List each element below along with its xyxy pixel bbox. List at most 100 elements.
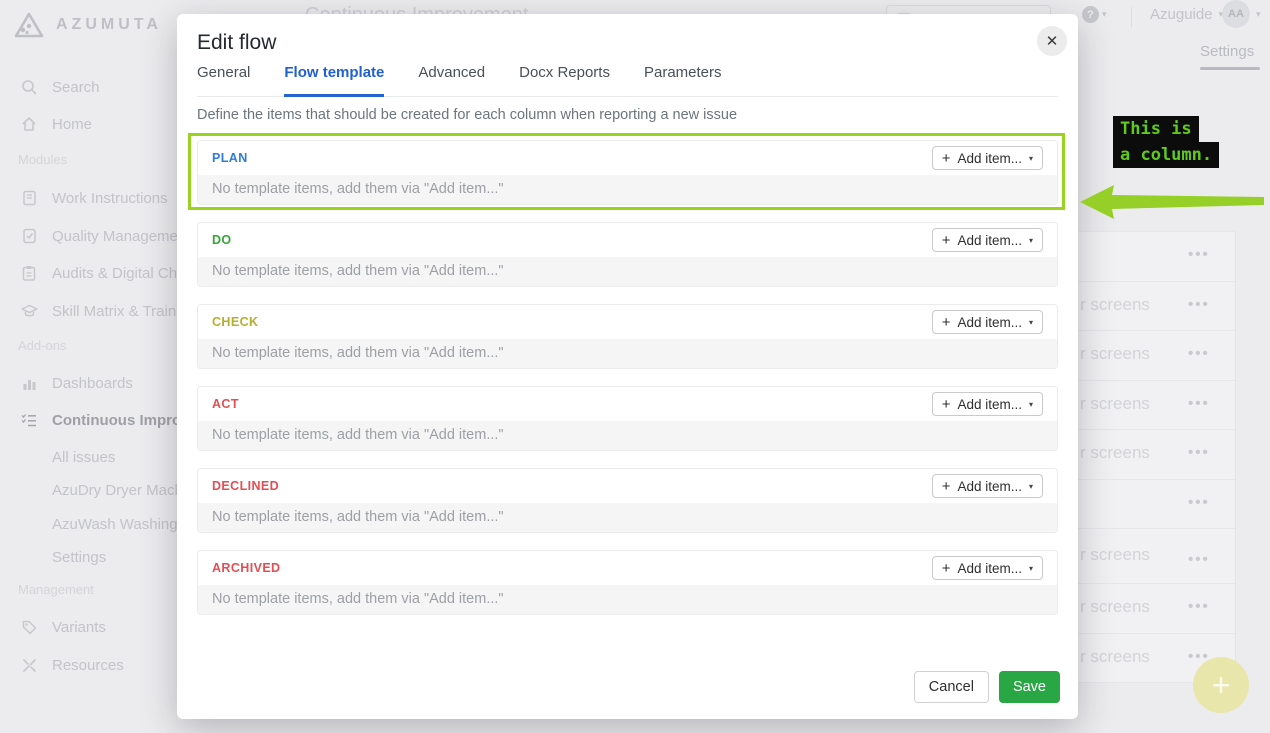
column-label: PLAN <box>212 151 248 165</box>
empty-template-text: No template items, add them via "Add ite… <box>198 175 1057 204</box>
row-menu-icon[interactable]: ••• <box>1188 296 1210 313</box>
add-item-button[interactable]: + Add item... ▾ <box>932 228 1043 252</box>
tab-general[interactable]: General <box>197 64 250 97</box>
column-label: CHECK <box>212 315 258 329</box>
sidebar-item-azuwash[interactable]: AzuWash Washing M <box>0 513 194 535</box>
edit-flow-modal: Edit flow ✕ General Flow template Advanc… <box>177 14 1078 719</box>
chevron-down-icon: ▾ <box>1029 400 1033 409</box>
user-menu[interactable]: AA ▾ <box>1222 0 1261 28</box>
sidebar-item-search[interactable]: Search <box>0 76 100 98</box>
sidebar-item-audits[interactable]: Audits & Digital Che <box>0 262 185 284</box>
chevron-down-icon: ▾ <box>1029 236 1033 245</box>
sidebar-item-all-issues[interactable]: All issues <box>0 446 115 468</box>
header-divider <box>1131 7 1132 27</box>
sidebar-item-continuous-improvement[interactable]: Continuous Improv <box>0 409 190 431</box>
sidebar-item-settings[interactable]: Settings <box>0 546 106 568</box>
plus-icon: + <box>942 479 951 494</box>
sidebar-item-label: Work Instructions <box>52 190 168 207</box>
sidebar-item-resources[interactable]: Resources <box>0 654 124 676</box>
azumuta-logo-icon <box>14 12 44 38</box>
tag-icon <box>20 620 38 635</box>
row-menu-icon[interactable]: ••• <box>1188 444 1210 461</box>
plus-icon: + <box>942 233 951 248</box>
sidebar-item-label: Search <box>52 79 100 96</box>
column-card-plan: PLAN +Add item...▾ No template items, ad… <box>197 140 1058 205</box>
add-item-label: Add item... <box>957 397 1022 412</box>
help-icon: ? <box>1082 6 1099 23</box>
sidebar-item-work-instructions[interactable]: Work Instructions <box>0 187 168 209</box>
sidebar-item-dashboards[interactable]: Dashboards <box>0 372 133 394</box>
sidebar-item-home[interactable]: Home <box>0 113 92 135</box>
save-button[interactable]: Save <box>999 671 1060 703</box>
modal-title: Edit flow <box>197 31 276 55</box>
empty-template-text: No template items, add them via "Add ite… <box>198 585 1057 614</box>
sidebar-item-label: Variants <box>52 619 106 636</box>
search-icon <box>20 79 38 95</box>
empty-template-text: No template items, add them via "Add ite… <box>198 339 1057 368</box>
sidebar-section-addons: Add-ons <box>18 338 66 353</box>
help-menu[interactable]: ? ▾ <box>1082 6 1107 23</box>
add-item-button[interactable]: +Add item...▾ <box>932 556 1043 580</box>
add-item-button[interactable]: +Add item...▾ <box>932 310 1043 334</box>
annotation-line-1: This is <box>1113 116 1199 142</box>
tab-parameters[interactable]: Parameters <box>644 64 722 97</box>
avatar: AA <box>1222 0 1250 28</box>
add-item-button[interactable]: +Add item...▾ <box>932 392 1043 416</box>
sidebar-item-label: AzuWash Washing M <box>52 516 194 533</box>
sidebar-item-variants[interactable]: Variants <box>0 616 106 638</box>
tab-flow-template[interactable]: Flow template <box>284 64 384 97</box>
azuguide-label: Azuguide <box>1150 6 1213 23</box>
annotation-line-2: a column. <box>1113 142 1219 168</box>
row-label: r screens <box>1080 344 1150 364</box>
cancel-button[interactable]: Cancel <box>914 671 989 703</box>
sidebar-section-management: Management <box>18 582 94 597</box>
add-item-label: Add item... <box>957 233 1022 248</box>
sidebar-item-label: Continuous Improv <box>52 412 190 429</box>
add-item-label: Add item... <box>957 479 1022 494</box>
plus-icon: + <box>1212 667 1231 704</box>
column-card-act: ACT +Add item...▾ No template items, add… <box>197 386 1058 451</box>
sidebar-item-label: AzuDry Dryer Machi <box>52 482 186 499</box>
book-icon <box>20 190 38 206</box>
home-icon <box>20 116 38 132</box>
azuguide-menu[interactable]: Azuguide ▾ <box>1150 6 1223 23</box>
sidebar-section-modules: Modules <box>18 152 67 167</box>
column-label: DO <box>212 233 232 247</box>
sidebar-item-azudry[interactable]: AzuDry Dryer Machi <box>0 479 186 501</box>
chevron-down-icon: ▾ <box>1256 9 1261 20</box>
sidebar-item-label: Home <box>52 116 92 133</box>
column-card-do: DO + Add item... ▾ No template items, add … <box>197 222 1058 287</box>
sidebar-item-label: Settings <box>52 549 106 566</box>
row-menu-icon[interactable]: ••• <box>1188 395 1210 412</box>
row-menu-icon[interactable]: ••• <box>1188 598 1210 615</box>
row-menu-icon[interactable]: ••• <box>1188 551 1210 568</box>
row-menu-icon[interactable]: ••• <box>1188 345 1210 362</box>
empty-template-text: No template items, add them via "Add ite… <box>198 257 1057 286</box>
sidebar-item-label: Quality Managemen <box>52 228 186 245</box>
tab-settings[interactable]: Settings <box>1200 43 1254 60</box>
sidebar-item-skill-matrix[interactable]: Skill Matrix & Traini <box>0 300 180 322</box>
close-button[interactable]: ✕ <box>1037 26 1067 56</box>
tools-icon <box>20 658 38 673</box>
tab-settings-underline <box>1200 67 1260 70</box>
row-label: r screens <box>1080 647 1150 667</box>
row-label: r screens <box>1080 295 1150 315</box>
sidebar-item-label: Skill Matrix & Traini <box>52 303 180 320</box>
add-item-label: Add item... <box>957 561 1022 576</box>
add-issue-fab[interactable]: + <box>1193 657 1249 713</box>
sidebar-item-label: Audits & Digital Che <box>52 265 185 282</box>
annotation-callout: This is a column. <box>1113 116 1219 168</box>
sidebar-item-label: Dashboards <box>52 375 133 392</box>
row-menu-icon[interactable]: ••• <box>1188 246 1210 263</box>
flow-template-description: Define the items that should be created … <box>197 107 737 123</box>
plus-icon: + <box>942 561 951 576</box>
tab-advanced[interactable]: Advanced <box>418 64 485 97</box>
add-item-label: Add item... <box>957 151 1022 166</box>
add-item-button[interactable]: +Add item...▾ <box>932 146 1043 170</box>
add-item-button[interactable]: +Add item...▾ <box>932 474 1043 498</box>
sidebar-item-quality-management[interactable]: Quality Managemen <box>0 225 186 247</box>
task-list-icon <box>20 413 38 427</box>
brand-logo[interactable]: AZUMUTA <box>14 12 162 38</box>
row-menu-icon[interactable]: ••• <box>1188 494 1210 511</box>
tab-docx-reports[interactable]: Docx Reports <box>519 64 610 97</box>
